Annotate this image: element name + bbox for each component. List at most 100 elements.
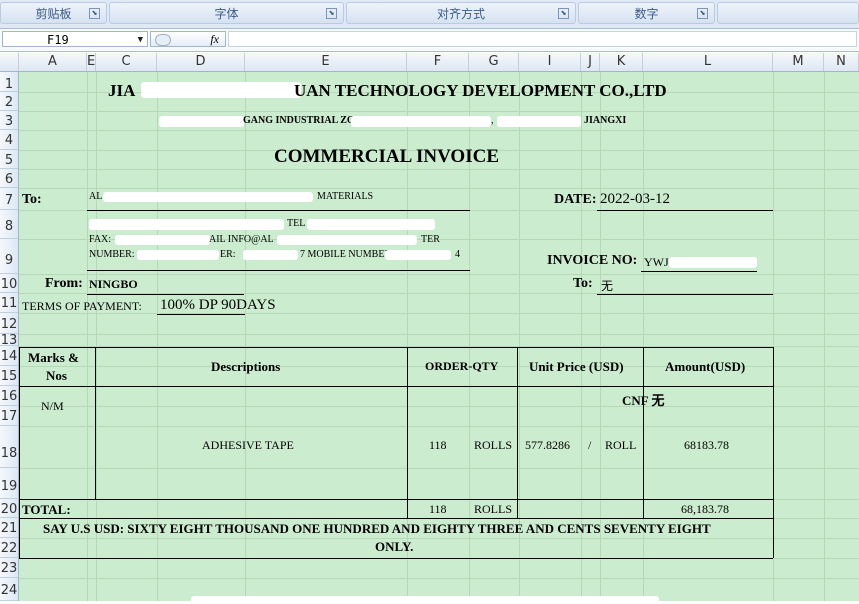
- column-header-c[interactable]: C: [96, 53, 157, 71]
- company-address-comma: ,: [491, 115, 494, 126]
- unit-price-value[interactable]: 577.8286: [525, 438, 570, 453]
- qty-value[interactable]: 118: [429, 438, 447, 453]
- table-border: [19, 347, 773, 348]
- row-header[interactable]: 14: [0, 346, 18, 366]
- insert-function-button[interactable]: fx: [150, 31, 226, 47]
- invoice-number-value[interactable]: YWJ: [644, 255, 669, 270]
- dialog-launcher-icon[interactable]: ⬊: [697, 8, 708, 19]
- price-separator: /: [588, 438, 592, 452]
- dialog-launcher-icon[interactable]: ⬊: [558, 8, 569, 19]
- row-header[interactable]: 1: [0, 72, 18, 92]
- row-header[interactable]: 6: [0, 169, 18, 188]
- row-header[interactable]: 24: [0, 578, 18, 601]
- invoice-number-label: INVOICE NO:: [547, 253, 638, 268]
- total-qty[interactable]: 118: [429, 502, 447, 517]
- terms-value[interactable]: 100% DP 90DAYS: [160, 297, 276, 314]
- row-header[interactable]: 16: [0, 386, 18, 406]
- column-header-g[interactable]: G: [469, 53, 519, 71]
- row-header[interactable]: 18: [0, 426, 18, 468]
- row-header[interactable]: 19: [0, 468, 18, 499]
- redaction-mark: [115, 235, 210, 245]
- table-border: [407, 347, 408, 518]
- worksheet-grid[interactable]: JIA UAN TECHNOLOGY DEVELOPMENT CO.,LTD G…: [19, 72, 859, 601]
- from-value[interactable]: NINGBO: [89, 277, 138, 292]
- column-header-n[interactable]: N: [824, 53, 859, 71]
- redaction-mark: [89, 219, 284, 230]
- column-header-m[interactable]: M: [773, 53, 824, 71]
- column-header-e[interactable]: E: [87, 53, 96, 71]
- row-header[interactable]: 3: [0, 111, 18, 130]
- column-header-d[interactable]: D: [157, 53, 245, 71]
- amount-value[interactable]: 68183.78: [684, 438, 729, 453]
- row-header[interactable]: 20: [0, 499, 18, 518]
- to-line3-email: AIL INFO@AL: [209, 234, 274, 245]
- header-unit-price: Unit Price (USD): [529, 359, 624, 374]
- row-header[interactable]: 15: [0, 366, 18, 386]
- select-all-corner[interactable]: [0, 53, 19, 71]
- ribbon-group-alignment[interactable]: 对齐方式 ⬊: [346, 2, 576, 24]
- description-value[interactable]: ADHESIVE TAPE: [202, 438, 294, 453]
- column-header-a[interactable]: A: [19, 53, 87, 71]
- formula-input[interactable]: [228, 31, 857, 47]
- row-header[interactable]: 17: [0, 406, 18, 426]
- row-header[interactable]: 23: [0, 558, 18, 578]
- alignment-group-label: 对齐方式: [436, 7, 485, 21]
- ribbon-group-font[interactable]: 字体 ⬊: [109, 2, 344, 24]
- redaction-mark: [137, 250, 219, 260]
- to-line4-end: 4: [455, 249, 460, 260]
- row-header[interactable]: 10: [0, 274, 18, 293]
- row-header[interactable]: 13: [0, 334, 18, 348]
- destination-value[interactable]: 无: [601, 277, 613, 294]
- company-address-right: JIANGXI: [584, 115, 627, 126]
- redaction-mark: [385, 250, 451, 260]
- dialog-launcher-icon[interactable]: ⬊: [326, 8, 337, 19]
- ribbon-group-number[interactable]: 数字 ⬊: [578, 2, 715, 24]
- from-label: From:: [45, 276, 83, 291]
- table-border: [773, 347, 774, 558]
- total-amount[interactable]: 68,183.78: [681, 502, 729, 517]
- redaction-mark: [277, 235, 417, 245]
- row-header[interactable]: 2: [0, 92, 18, 111]
- unit-value[interactable]: ROLLS: [474, 438, 512, 453]
- column-header-j[interactable]: J: [581, 53, 600, 71]
- column-header-k[interactable]: K: [600, 53, 643, 71]
- redaction-mark: [103, 192, 313, 202]
- ribbon-group-clipboard[interactable]: 剪贴板 ⬊: [0, 2, 107, 24]
- column-header-f[interactable]: F: [407, 53, 469, 71]
- destination-label: To:: [573, 276, 593, 291]
- to-line4-mobile: 7 MOBILE NUMBER:: [300, 249, 394, 260]
- underline: [87, 270, 470, 271]
- company-address-mid: GANG INDUSTRIAL ZO: [243, 115, 355, 126]
- date-value[interactable]: 2022-03-12: [600, 191, 670, 208]
- column-header-e2[interactable]: E: [245, 53, 407, 71]
- to-line1-end: MATERIALS: [317, 191, 374, 202]
- row-header[interactable]: 7: [0, 188, 18, 210]
- underline: [87, 210, 470, 211]
- dialog-launcher-icon[interactable]: ⬊: [89, 8, 100, 19]
- row-header[interactable]: 4: [0, 130, 18, 150]
- column-header-i[interactable]: I: [519, 53, 581, 71]
- redaction-mark: [243, 250, 298, 260]
- header-descriptions: Descriptions: [211, 359, 281, 374]
- row-header[interactable]: 21: [0, 518, 18, 538]
- chevron-down-icon[interactable]: ▼: [138, 32, 143, 48]
- to-label: To:: [22, 192, 42, 207]
- row-header[interactable]: 22: [0, 538, 18, 558]
- redaction-mark: [141, 82, 301, 98]
- to-line3-end: TER: [421, 234, 440, 245]
- header-marks: Marks &: [28, 350, 79, 365]
- row-header[interactable]: 11: [0, 293, 18, 313]
- row-header[interactable]: 12: [0, 313, 18, 334]
- ribbon-group-more: [717, 2, 859, 24]
- underline: [641, 271, 757, 272]
- marks-value[interactable]: N/M: [41, 399, 64, 414]
- name-box[interactable]: F19 ▼: [2, 31, 148, 47]
- total-unit[interactable]: ROLLS: [474, 502, 512, 517]
- row-header[interactable]: 5: [0, 150, 18, 169]
- amount-in-words-line1: SAY U.S USD: SIXTY EIGHT THOUSAND ONE HU…: [43, 521, 711, 536]
- row-header[interactable]: 9: [0, 239, 18, 274]
- row-header[interactable]: 8: [0, 210, 18, 239]
- column-header-l[interactable]: L: [643, 53, 773, 71]
- price-unit-value[interactable]: ROLL: [605, 438, 636, 453]
- incoterm-value[interactable]: CNF 无: [622, 390, 665, 409]
